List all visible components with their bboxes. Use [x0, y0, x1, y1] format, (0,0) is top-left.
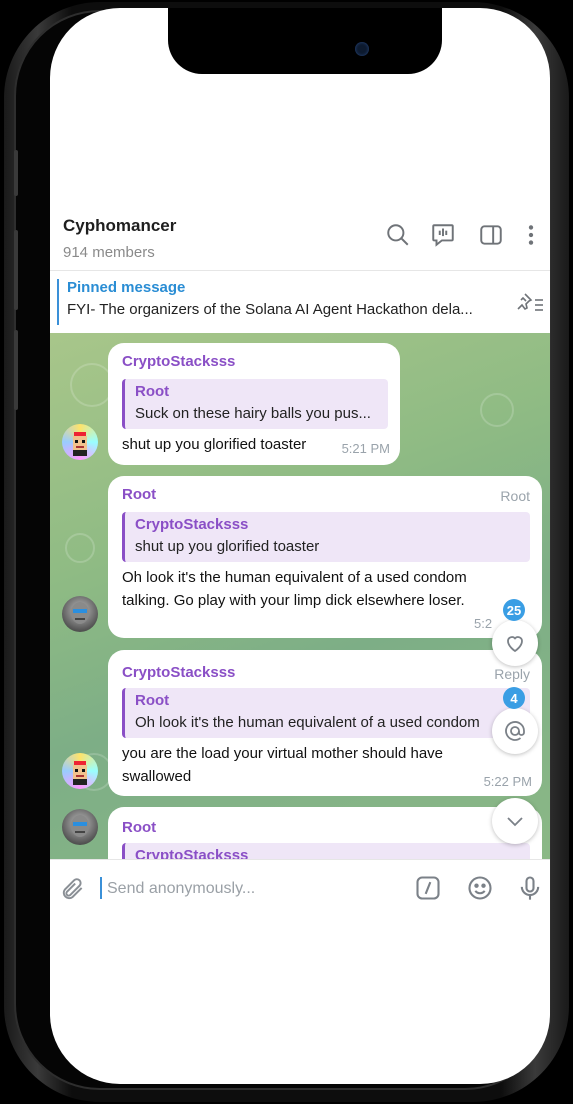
reply-preview[interactable]: CryptoStacksss: [122, 843, 530, 859]
emoji-icon[interactable]: [466, 874, 494, 902]
reply-action[interactable]: Reply: [494, 666, 530, 682]
mention-icon: [505, 721, 525, 741]
message-sender[interactable]: CryptoStacksss: [122, 664, 235, 681]
reply-preview[interactable]: CryptoStacksss shut up you glorified toa…: [122, 512, 530, 562]
search-icon[interactable]: [385, 222, 411, 248]
chat-title: Cyphomancer: [63, 216, 177, 235]
avatar-root[interactable]: [62, 596, 98, 632]
message-sender[interactable]: CryptoStacksss: [122, 353, 235, 370]
reply-text: Oh look it's the human equivalent of a u…: [135, 714, 480, 731]
message-text-line-2: swallowed: [122, 768, 192, 785]
reply-sender: Root: [135, 383, 170, 400]
pinned-text: FYI- The organizers of the Solana AI Age…: [67, 301, 473, 318]
reply-sender: Root: [135, 692, 170, 709]
message-text-line-1: you are the load your virtual mother sho…: [122, 745, 444, 762]
scroll-down-button[interactable]: [492, 798, 538, 844]
message-bubble[interactable]: Root Root CryptoStacksss shut up you glo…: [108, 476, 542, 638]
paperclip-icon[interactable]: [60, 876, 86, 902]
bot-commands-icon[interactable]: [414, 874, 442, 902]
chevron-down-icon: [507, 817, 523, 827]
message-list[interactable]: CryptoStacksss Root Suck on these hairy …: [50, 333, 550, 859]
microphone-icon[interactable]: [516, 874, 544, 902]
background-doodle: [65, 533, 95, 563]
mentions-button[interactable]: [492, 708, 538, 754]
message-text-line-2: talking. Go play with your limp dick els…: [122, 592, 465, 609]
avatar-cryptostacksss[interactable]: [62, 753, 98, 789]
mentions-count-badge: 4: [503, 687, 525, 709]
heart-icon: [507, 636, 523, 653]
pinned-message-bar[interactable]: Pinned message FYI- The organizers of th…: [50, 270, 550, 333]
reply-text: Suck on these hairy balls you pus...: [135, 405, 371, 422]
message-composer: [50, 859, 550, 918]
message-sender[interactable]: Root: [122, 819, 156, 836]
phone-volume-up: [14, 230, 18, 310]
avatar-cryptostacksss[interactable]: [62, 424, 98, 460]
phone-notch: [168, 8, 442, 74]
message-time: 5:21 PM: [341, 441, 390, 456]
video-chat-icon[interactable]: [430, 222, 456, 248]
background-doodle: [480, 393, 514, 427]
message-bubble[interactable]: CryptoStacksss Root Suck on these hairy …: [108, 343, 400, 465]
pinned-label: Pinned message: [67, 279, 186, 296]
reactions-button[interactable]: [492, 620, 538, 666]
front-camera: [355, 42, 369, 56]
reply-text: shut up you glorified toaster: [135, 538, 320, 555]
chat-header[interactable]: Cyphomancer 914 members: [50, 208, 550, 268]
phone-screen: Cyphomancer 914 members Pinned message F…: [50, 8, 550, 1084]
phone-silent-switch: [14, 150, 18, 196]
message-bubble[interactable]: Root CryptoStacksss: [108, 807, 542, 859]
reply-preview[interactable]: Root Suck on these hairy balls you pus..…: [122, 379, 388, 429]
message-bubble[interactable]: CryptoStacksss Reply Root Oh look it's t…: [108, 650, 542, 796]
pinned-indicator: [57, 279, 59, 325]
message-text-line-1: Oh look it's the human equivalent of a u…: [122, 569, 467, 586]
reply-sender: CryptoStacksss: [135, 516, 249, 533]
phone-volume-down: [14, 330, 18, 410]
reply-sender: CryptoStacksss: [135, 847, 249, 859]
message-text: shut up you glorified toaster: [122, 436, 307, 453]
message-time: 5:2: [474, 616, 493, 631]
reply-preview[interactable]: Root Oh look it's the human equivalent o…: [122, 688, 530, 738]
message-sender[interactable]: Root: [122, 486, 156, 503]
message-time: 5:22 PM: [483, 774, 532, 789]
avatar-root[interactable]: [62, 809, 98, 845]
message-input[interactable]: [105, 872, 399, 906]
pinned-list-icon[interactable]: [516, 291, 544, 315]
member-role: Root: [500, 488, 530, 504]
sidebar-toggle-icon[interactable]: [478, 222, 504, 248]
member-count: 914 members: [63, 244, 155, 261]
text-cursor: [100, 877, 102, 899]
more-vertical-icon[interactable]: [518, 222, 544, 248]
reactions-count-badge: 25: [503, 599, 525, 621]
